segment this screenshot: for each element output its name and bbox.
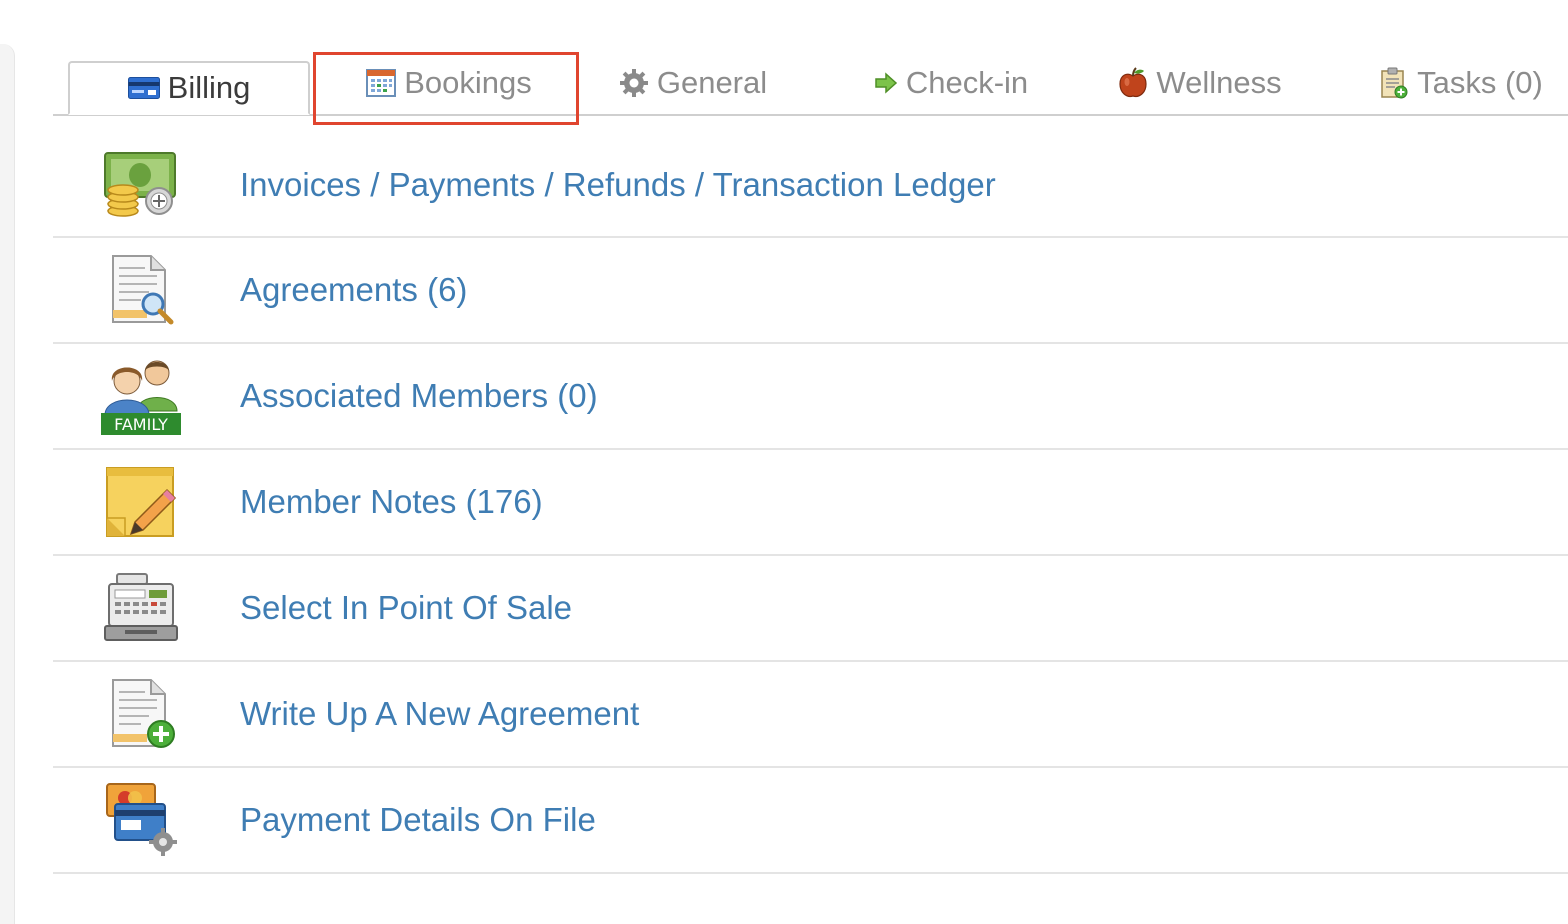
tab-label: Check-in xyxy=(905,65,1029,100)
menu-item-payment-details[interactable]: Payment Details On File xyxy=(53,768,1568,874)
family-icon: FAMILY xyxy=(101,360,181,435)
apple-icon xyxy=(1118,67,1148,99)
menu-item-new-agreement[interactable]: Write Up A New Agreement xyxy=(53,662,1568,768)
menu-item-label[interactable]: Agreements (6) xyxy=(240,271,467,309)
menu-item-label[interactable]: Payment Details On File xyxy=(240,801,596,839)
cash-register-icon xyxy=(101,572,181,644)
tab-label: Wellness xyxy=(1156,65,1282,100)
tab-label: Tasks (0) xyxy=(1417,65,1543,100)
menu-item-agreements[interactable]: Agreements (6) xyxy=(53,238,1568,344)
menu-item-associated-members[interactable]: FAMILY Associated Members (0) xyxy=(53,344,1568,450)
menu-item-invoices[interactable]: Invoices / Payments / Refunds / Transact… xyxy=(53,134,1568,238)
menu-item-member-notes[interactable]: Member Notes (176) xyxy=(53,450,1568,556)
document-search-icon xyxy=(101,254,181,326)
left-rail xyxy=(0,44,15,924)
clipboard-add-icon xyxy=(1379,67,1409,99)
arrow-right-icon xyxy=(874,72,898,94)
menu-item-label[interactable]: Associated Members (0) xyxy=(240,377,598,415)
tab-bar: Billing Bookings General Check-in Wellne… xyxy=(53,52,1568,116)
menu-item-label[interactable]: Write Up A New Agreement xyxy=(240,695,639,733)
menu-item-point-of-sale[interactable]: Select In Point Of Sale xyxy=(53,556,1568,662)
gear-icon xyxy=(619,68,649,98)
tab-billing[interactable]: Billing xyxy=(68,61,310,115)
tab-tasks[interactable]: Tasks (0) xyxy=(1366,52,1556,114)
tab-check-in[interactable]: Check-in xyxy=(861,52,1041,114)
tab-bookings[interactable]: Bookings xyxy=(349,52,549,114)
tab-label: Bookings xyxy=(404,65,532,100)
document-add-icon xyxy=(101,678,181,750)
tab-label: General xyxy=(656,65,768,100)
menu-item-label[interactable]: Member Notes (176) xyxy=(240,483,543,521)
credit-cards-gear-icon xyxy=(101,783,181,856)
family-icon-text: FAMILY xyxy=(114,415,168,434)
billing-menu: Invoices / Payments / Refunds / Transact… xyxy=(53,134,1568,874)
tab-wellness[interactable]: Wellness xyxy=(1111,52,1289,114)
calendar-icon xyxy=(366,68,397,98)
note-pencil-icon xyxy=(101,466,181,538)
credit-card-icon xyxy=(127,77,160,99)
tab-label: Billing xyxy=(167,70,251,105)
tab-general[interactable]: General xyxy=(608,52,778,114)
menu-item-label[interactable]: Invoices / Payments / Refunds / Transact… xyxy=(240,166,996,204)
menu-item-label[interactable]: Select In Point Of Sale xyxy=(240,589,572,627)
money-coins-icon xyxy=(101,149,181,221)
